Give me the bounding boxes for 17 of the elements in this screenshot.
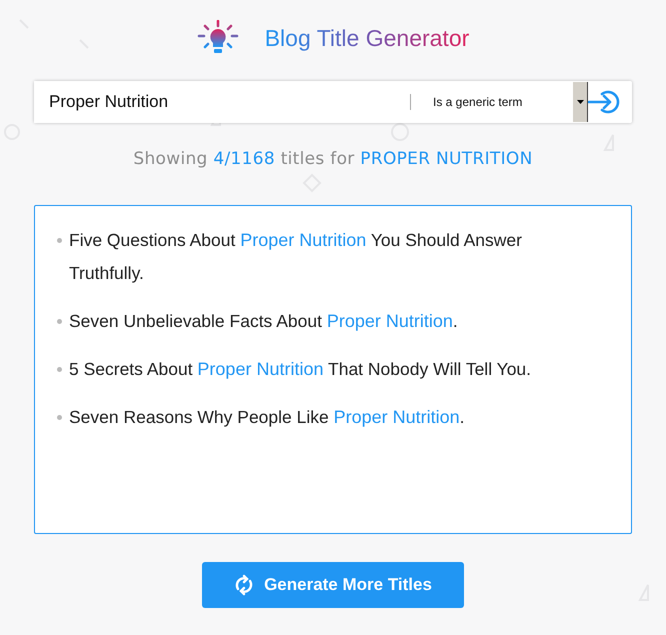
- results-summary: Showing 4/1168 titles for PROPER NUTRITION: [133, 149, 533, 169]
- bullet-icon: [57, 319, 62, 324]
- title-suggestion: Seven Reasons Why People Like Proper Nutrition.: [69, 406, 465, 429]
- bullet-icon: [57, 367, 62, 372]
- submit-button[interactable]: [588, 89, 622, 115]
- circle-decoration: [391, 123, 409, 141]
- arrow-in-circle-icon: [588, 89, 622, 115]
- lightbulb-icon: [196, 20, 239, 56]
- bullet-icon: [57, 415, 62, 420]
- search-field[interactable]: Proper Nutrition: [34, 81, 410, 123]
- bullet-icon: [57, 238, 62, 243]
- title-suggestion: 5 Secrets About Proper Nutrition That Nobody Will Tell You.: [69, 358, 532, 381]
- filter-dropdown[interactable]: Is a generic term: [433, 81, 588, 123]
- caret-icon: [576, 100, 584, 104]
- refresh-icon: [234, 574, 254, 596]
- title-suggestion: Five Questions About Proper Nutrition You Should Answer Truthfully.: [69, 229, 523, 285]
- title-suggestion: Seven Unbelievable Facts About Proper Nutrition.: [69, 310, 458, 333]
